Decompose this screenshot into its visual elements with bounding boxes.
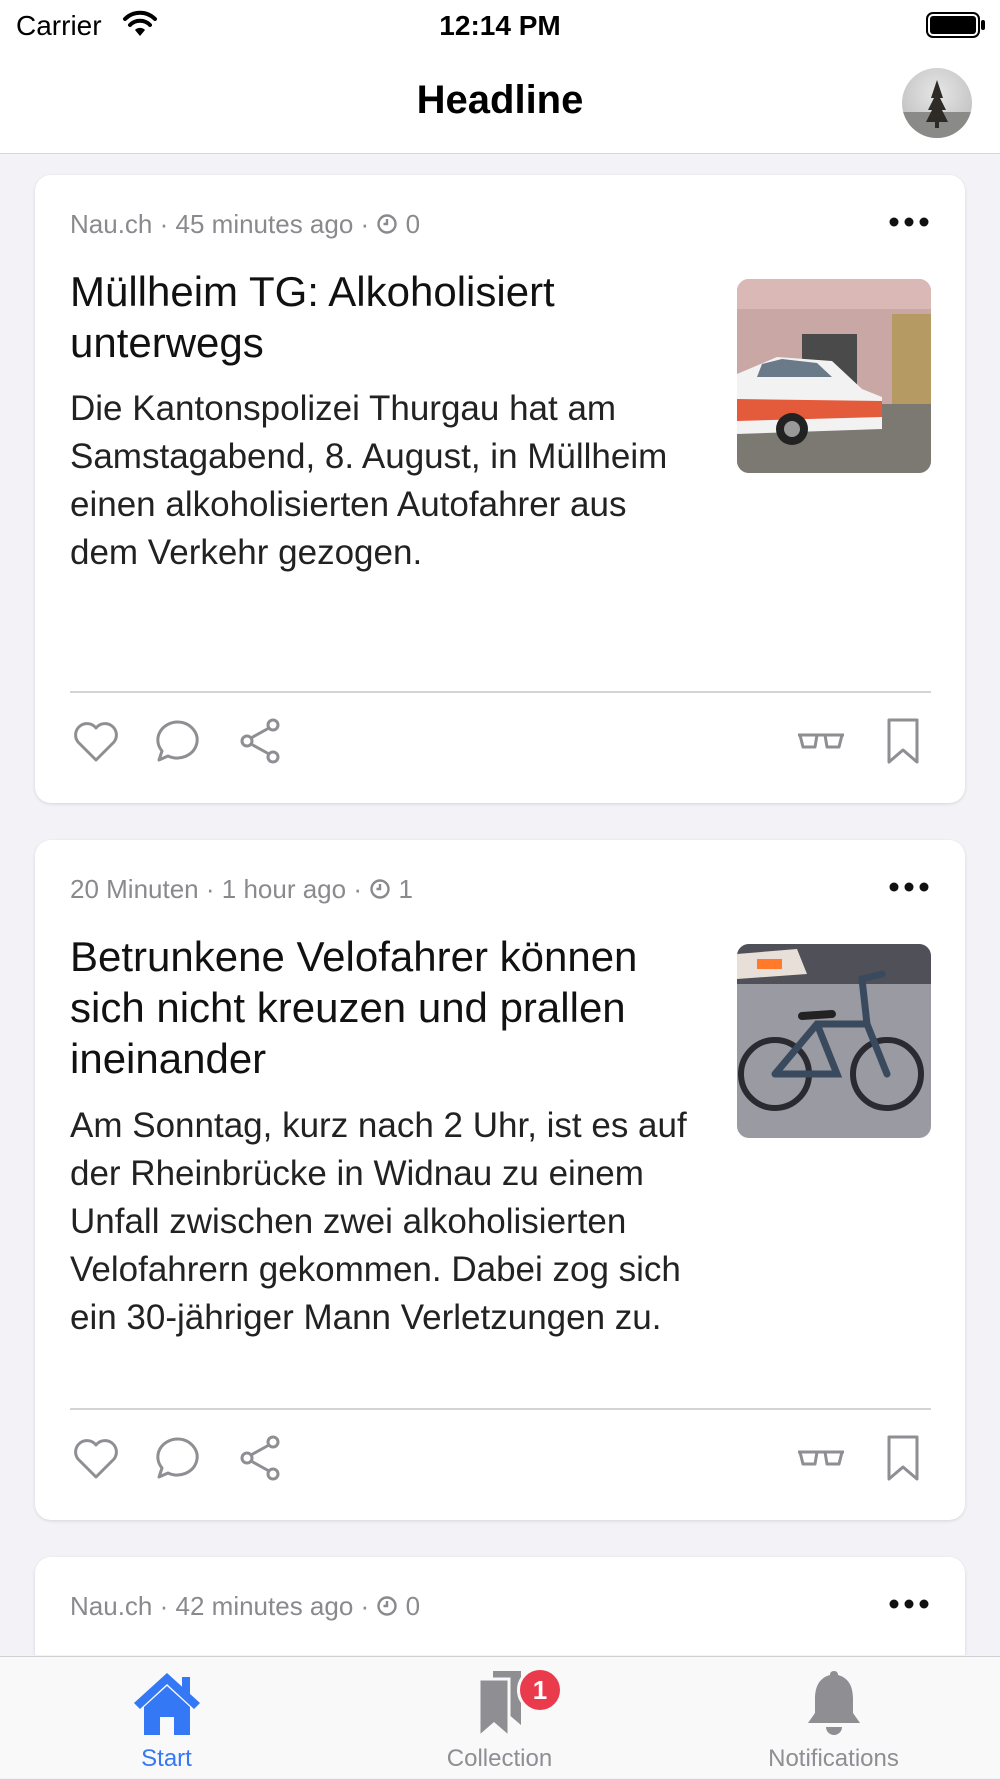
article-count: 0 [405,1591,421,1621]
tab-label: Collection [446,1745,553,1772]
tab-notifications[interactable]: Notifications [667,1657,1000,1779]
article-source: Nau.ch [70,209,153,239]
bell-icon [807,1671,860,1735]
clock-icon [370,879,390,899]
status-time: 12:14 PM [439,10,561,41]
tab-label: Start [141,1745,192,1772]
bookmark-button[interactable] [877,715,929,767]
police-car-image [737,279,931,473]
card-divider [70,691,931,693]
article-thumbnail[interactable] [737,944,931,1138]
more-options-button[interactable] [887,1589,931,1619]
share-icon [240,1435,280,1481]
glasses-icon [798,733,844,749]
clock-icon [377,214,398,234]
tab-start[interactable]: Start [0,1657,333,1779]
article-card[interactable]: Nau.ch · 42 minutes ago · 0 [35,1557,965,1655]
clock-icon [377,1596,398,1616]
article-count: 1 [398,874,413,904]
share-icon [240,718,280,764]
tab-bar: Start 1 Collection Notifications [0,1656,1000,1778]
card-divider [70,1408,931,1410]
read-later-button[interactable] [795,715,847,767]
like-button[interactable] [70,715,122,767]
profile-avatar[interactable] [902,68,972,138]
house-icon [133,1673,200,1735]
article-time: 1 hour ago [221,874,347,904]
status-bar: Carrier 12:14 PM [0,0,1000,52]
article-card[interactable]: Nau.ch · 45 minutes ago · 0 Müllheim TG:… [35,175,965,803]
article-summary: Am Sonntag, kurz nach 2 Uhr, ist es auf … [70,1106,687,1337]
heart-icon [74,722,118,762]
tree-image [902,80,972,138]
article-card[interactable]: 20 Minuten · 1 hour ago · 1 Betrunkene V… [35,840,965,1520]
bicycle-image [737,944,931,1138]
share-button[interactable] [235,715,287,767]
comment-bubble-icon [156,720,199,762]
more-options-button[interactable] [887,872,931,902]
share-button[interactable] [235,1432,287,1484]
article-source: 20 Minuten [70,874,199,904]
article-source: Nau.ch [70,1591,153,1621]
article-meta: Nau.ch · 42 minutes ago · 0 [70,1591,421,1621]
article-summary: Die Kantonspolizei Thurgau hat am Samsta… [70,389,668,572]
bookmark-icon [887,718,919,764]
read-later-button[interactable] [795,1432,847,1484]
navigation-bar: Headline [0,52,1000,154]
article-meta: 20 Minuten · 1 hour ago · 1 [70,874,413,904]
heart-icon [74,1439,118,1479]
news-feed[interactable]: Nau.ch · 45 minutes ago · 0 Müllheim TG:… [0,155,1000,1655]
like-button[interactable] [70,1432,122,1484]
tab-label: Notifications [768,1745,899,1772]
bookmark-button[interactable] [877,1432,929,1484]
article-headline[interactable]: Betrunkene Velofahrer können sich nicht … [70,931,690,1084]
glasses-icon [798,1450,844,1466]
article-thumbnail[interactable] [737,279,931,473]
battery-icon [926,12,985,38]
comment-button[interactable] [152,1432,204,1484]
page-title: Headline [416,78,584,122]
comment-button[interactable] [152,715,204,767]
comment-bubble-icon [156,1437,199,1479]
more-options-button[interactable] [887,207,931,237]
article-time: 45 minutes ago [175,209,354,239]
article-meta: Nau.ch · 45 minutes ago · 0 [70,209,421,239]
tab-collection[interactable]: 1 Collection [333,1657,666,1779]
collection-badge: 1 [517,1667,563,1713]
bookmark-icon [887,1435,919,1481]
article-time: 42 minutes ago [175,1591,354,1621]
article-count: 0 [405,209,421,239]
article-headline[interactable]: Müllheim TG: Alkoholisiert unterwegs [70,266,630,368]
